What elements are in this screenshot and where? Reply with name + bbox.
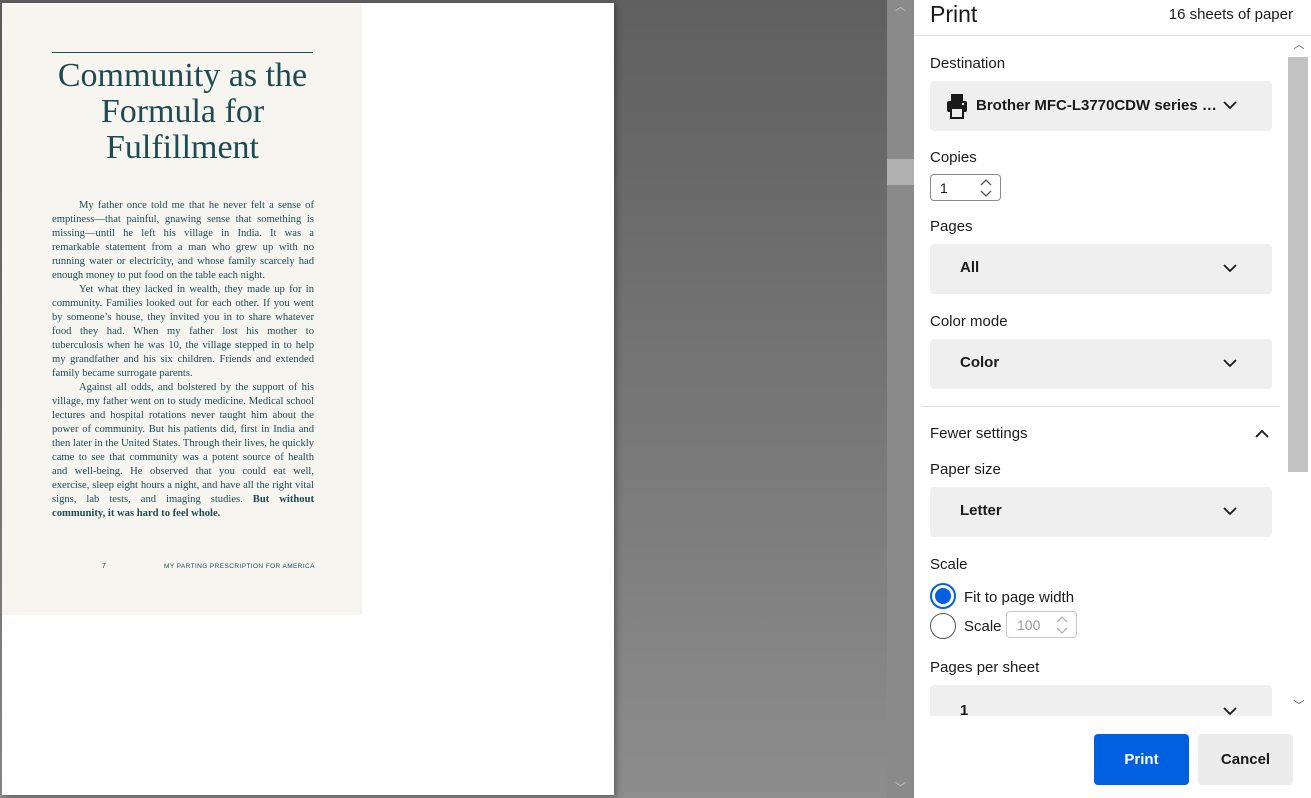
copies-stepper[interactable]: 1 [930, 174, 1001, 201]
scale-label: Scale [930, 556, 968, 573]
page-body-text: My father once told me that he never fel… [52, 199, 314, 521]
page-heading: Community as the Formula for Fulfillment [57, 57, 308, 166]
settings-scroll-thumb[interactable] [1288, 57, 1308, 472]
chevron-down-icon [1223, 359, 1237, 368]
scale-input[interactable]: 100 [1006, 611, 1077, 638]
custom-scale-radio[interactable] [930, 613, 956, 639]
scroll-up-icon[interactable]: ︿ [887, 0, 914, 14]
copies-value: 1 [940, 180, 948, 196]
destination-value: Brother MFC-L3770CDW series Printer [976, 97, 1226, 114]
scroll-up-icon[interactable]: ︿ [1287, 37, 1311, 53]
panel-header: Print 16 sheets of paper [914, 0, 1311, 36]
increment-icon[interactable] [1055, 615, 1069, 624]
preview-scroll-thumb[interactable] [887, 159, 914, 185]
decrement-icon[interactable] [979, 189, 993, 198]
paragraph-2: Yet what they lacked in wealth, they mad… [52, 284, 314, 379]
sheet-count: 16 sheets of paper [1168, 6, 1293, 23]
chevron-down-icon [1223, 507, 1237, 516]
scroll-down-icon[interactable]: ﹀ [887, 781, 914, 795]
destination-select[interactable]: Brother MFC-L3770CDW series Printer [930, 81, 1272, 131]
chevron-down-icon [1223, 264, 1237, 273]
preview-sheet: Community as the Formula for Fulfillment… [2, 3, 614, 795]
scale-value: 100 [1017, 617, 1041, 633]
fit-to-page-radio[interactable] [930, 583, 956, 609]
paragraph-3-text: Against all odds, and bolstered by the s… [52, 382, 314, 505]
scroll-down-icon[interactable]: ﹀ [1287, 698, 1311, 714]
chevron-up-icon[interactable] [1254, 426, 1270, 442]
pages-per-sheet-select[interactable]: 1 [930, 685, 1272, 716]
paper-size-select[interactable]: Letter [930, 487, 1272, 537]
color-mode-select[interactable]: Color [930, 339, 1272, 389]
preview-page-content: Community as the Formula for Fulfillment… [2, 3, 362, 615]
destination-label: Destination [930, 55, 1006, 72]
section-divider [921, 406, 1280, 407]
fit-to-page-label[interactable]: Fit to page width [964, 589, 1074, 606]
pages-label: Pages [930, 218, 973, 235]
custom-scale-label[interactable]: Scale [964, 618, 1002, 635]
color-mode-value: Color [960, 354, 1000, 371]
dialog-footer: Print Cancel [914, 716, 1311, 798]
print-button[interactable]: Print [1094, 734, 1189, 785]
running-title: MY PARTING PRESCRIPTION FOR AMERICA [164, 563, 315, 570]
title-rule [52, 52, 313, 53]
pages-per-sheet-value: 1 [960, 702, 969, 716]
paper-size-label: Paper size [930, 461, 1001, 478]
fewer-settings-toggle[interactable]: Fewer settings [930, 425, 1028, 442]
pages-per-sheet-label: Pages per sheet [930, 659, 1040, 676]
paper-size-value: Letter [960, 502, 1002, 519]
copies-label: Copies [930, 149, 977, 166]
increment-icon[interactable] [979, 178, 993, 187]
print-dialog-title: Print [930, 1, 978, 27]
color-mode-label: Color mode [930, 313, 1008, 330]
settings-list: Destination Brother MFC-L3770CDW series … [914, 37, 1311, 716]
preview-scrollbar[interactable]: ︿ ﹀ [887, 0, 914, 798]
pages-value: All [960, 259, 980, 276]
print-settings-panel: Print 16 sheets of paper Destination Bro… [914, 0, 1311, 798]
pages-select[interactable]: All [930, 244, 1272, 294]
printer-icon [947, 94, 967, 119]
chevron-down-icon [1223, 101, 1237, 110]
page-number: 7 [102, 563, 106, 570]
paragraph-1: My father once told me that he never fel… [52, 200, 314, 281]
decrement-icon[interactable] [1055, 626, 1069, 635]
chevron-down-icon [1223, 707, 1237, 716]
paragraph-3: Against all odds, and bolstered by the s… [52, 381, 314, 521]
print-preview-area: Community as the Formula for Fulfillment… [0, 0, 887, 798]
cancel-button[interactable]: Cancel [1198, 734, 1293, 785]
